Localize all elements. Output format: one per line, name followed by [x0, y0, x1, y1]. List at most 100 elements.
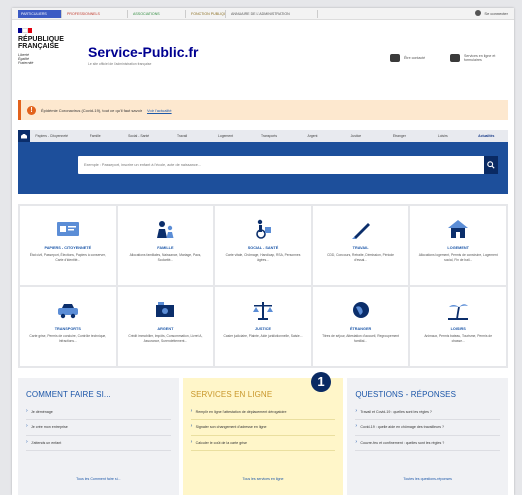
callout-number-badge: 1 — [311, 372, 331, 392]
theme-social-sante[interactable]: Social - Santé Carte vitale, Chômage, Ha… — [215, 206, 311, 285]
panel-title: Comment faire si... — [26, 390, 111, 399]
theme-desc: Casier judiciaire, Plainte, Aide juridic… — [223, 334, 303, 338]
family-icon — [157, 221, 174, 238]
account-label: Se connecter — [484, 10, 508, 16]
services-en-ligne-panel: Services en ligne Remplir en ligne l'att… — [182, 378, 344, 495]
scales-icon — [252, 302, 273, 320]
theme-title: Argent — [157, 327, 174, 331]
site-tagline: Le site officiel de l'administration fra… — [88, 62, 152, 66]
alert-text: Épidémie Coronavirus (Covid-19), tout ce… — [41, 107, 143, 113]
panel-title: Questions - Réponses — [355, 390, 457, 399]
theme-logement[interactable]: Logement Allocations logement, Permis de… — [410, 206, 506, 285]
list-item[interactable]: Travail et Covid-19 : quelles sont les r… — [355, 405, 501, 421]
search-band — [18, 142, 508, 194]
tab-associations[interactable]: Associations — [130, 10, 186, 18]
theme-desc: Titres de séjour, Attestation d'accueil,… — [322, 334, 400, 343]
theme-transports[interactable]: Transports Carte grise, Permis de condui… — [20, 287, 116, 366]
see-all-link[interactable]: Tous les Comment faire si... — [18, 477, 179, 481]
list-item[interactable]: J'attends un enfant — [26, 436, 171, 451]
theme-desc: Allocations logement, Permis de construi… — [418, 253, 498, 262]
arrows-icon — [450, 54, 460, 62]
list-item[interactable]: Je déménage — [26, 405, 171, 421]
theme-desc: Allocations familiales, Naissance, Maria… — [129, 253, 202, 262]
contact-label: Être contacté — [404, 56, 426, 60]
alert-link[interactable]: Voir l'actualité — [147, 108, 172, 113]
tab-particuliers[interactable]: Particuliers — [18, 10, 62, 18]
online-services-link[interactable]: Services en ligne et formulaires — [450, 54, 514, 62]
search-input[interactable] — [78, 156, 498, 174]
audience-bar: Particuliers Professionnels Associations… — [12, 8, 514, 20]
theme-title: Papiers - Citoyenneté — [44, 246, 92, 250]
republic-motto: Liberté Égalité Fraternité — [18, 53, 33, 66]
browser-page: Particuliers Professionnels Associations… — [12, 8, 514, 495]
nav-justice[interactable]: Justice — [334, 134, 377, 138]
theme-title: Étranger — [349, 327, 372, 331]
theme-title: Logement — [447, 246, 469, 250]
nav-argent[interactable]: Argent — [291, 134, 334, 138]
pen-icon — [351, 223, 370, 239]
see-all-link[interactable]: Tous les services en ligne — [183, 477, 344, 481]
contact-link[interactable]: Être contacté — [390, 54, 425, 62]
theme-title: Travail — [352, 246, 369, 250]
theme-desc: Carte grise, Permis de conduire, Contrôl… — [29, 334, 107, 343]
tab-fonction-publique[interactable]: Fonction publique — [188, 10, 226, 18]
list-item[interactable]: Je crée mon entreprise — [26, 420, 171, 436]
theme-desc: Carte vitale, Chômage, Handicap, RSA, Pe… — [225, 253, 301, 262]
theme-etranger[interactable]: Étranger Titres de séjour, Attestation d… — [312, 287, 409, 366]
theme-famille[interactable]: Famille Allocations familiales, Naissanc… — [117, 206, 214, 285]
list-item[interactable]: Remplir en ligne l'attestation de déplac… — [190, 405, 336, 421]
motto-fraternite: Fraternité — [18, 61, 34, 66]
search-button[interactable] — [484, 156, 498, 174]
list-item[interactable]: Covid-19 : quelle aide en chômage des tr… — [355, 420, 501, 436]
comment-faire-si-panel: Comment faire si... Je déménage Je crée … — [18, 378, 179, 495]
theme-desc: CDD, Concours, Retraite, Démission, Péri… — [327, 253, 395, 262]
republic-logo-text[interactable]: RÉPUBLIQUE FRANÇAISE — [18, 36, 64, 50]
tab-professionnels[interactable]: Professionnels — [64, 10, 128, 18]
theme-desc: État civil, Passeport, Élections, Papier… — [29, 253, 106, 262]
theme-travail[interactable]: Travail CDD, Concours, Retraite, Démissi… — [312, 206, 409, 285]
theme-desc: Crédit immobilier, Impôts, Consommation,… — [128, 334, 203, 343]
covid-alert-banner: ! Épidémie Coronavirus (Covid-19), tout … — [18, 100, 508, 120]
search-box — [78, 156, 498, 174]
user-icon — [475, 10, 482, 16]
wheelchair-icon — [256, 219, 271, 239]
money-icon — [156, 302, 175, 317]
theme-title: Justice — [254, 327, 272, 331]
main-nav: Papiers - Citoyenneté Famille Social - S… — [18, 130, 508, 142]
bottom-panels: Comment faire si... Je déménage Je crée … — [18, 378, 509, 495]
republic-line-2: FRANÇAISE — [18, 43, 59, 50]
theme-justice[interactable]: Justice Casier judiciaire, Plainte, Aide… — [215, 287, 311, 366]
site-name[interactable]: Service-Public.fr — [88, 44, 199, 60]
palm-tree-icon — [448, 304, 469, 320]
nav-social-sante[interactable]: Social - Santé — [117, 134, 160, 138]
home-icon — [21, 133, 27, 139]
nav-logement[interactable]: Logement — [204, 134, 247, 138]
nav-papiers[interactable]: Papiers - Citoyenneté — [30, 134, 73, 138]
globe-icon — [352, 302, 369, 318]
theme-title: Social - Santé — [247, 246, 279, 250]
account-link[interactable]: Se connecter — [475, 10, 508, 16]
list-item[interactable]: Couvre-feu et confinement : quelles sont… — [355, 436, 501, 451]
id-card-icon — [56, 222, 79, 236]
nav-etranger[interactable]: Étranger — [378, 134, 421, 138]
nav-travail[interactable]: Travail — [160, 134, 203, 138]
theme-loisirs[interactable]: Loisirs Animaux, Permis bateau, Tourisme… — [410, 287, 506, 366]
home-button[interactable] — [18, 130, 30, 142]
nav-actualites[interactable]: Actualités — [465, 134, 508, 138]
theme-argent[interactable]: Argent Crédit immobilier, Impôts, Consom… — [117, 287, 214, 366]
theme-title: Transports — [54, 327, 81, 331]
list-item[interactable]: Signaler son changement d'adresse en lig… — [190, 420, 336, 436]
house-icon — [448, 220, 469, 238]
theme-title: Famille — [157, 246, 174, 250]
chat-icon — [390, 54, 400, 62]
republic-line-1: RÉPUBLIQUE — [18, 36, 64, 43]
nav-transports[interactable]: Transports — [247, 134, 290, 138]
nav-loisirs[interactable]: Loisirs — [421, 134, 464, 138]
see-all-link[interactable]: Toutes les questions-réponses — [347, 477, 508, 481]
tab-annuaire[interactable]: Annuaire de l'administration — [228, 10, 318, 18]
theme-papiers[interactable]: Papiers - Citoyenneté État civil, Passep… — [20, 206, 116, 285]
online-services-label: Services en ligne et formulaires — [463, 54, 496, 62]
theme-desc: Animaux, Permis bateau, Tourisme, Permis… — [424, 334, 493, 343]
nav-famille[interactable]: Famille — [73, 134, 116, 138]
list-item[interactable]: Calculer le coût de la carte grise — [190, 436, 336, 451]
